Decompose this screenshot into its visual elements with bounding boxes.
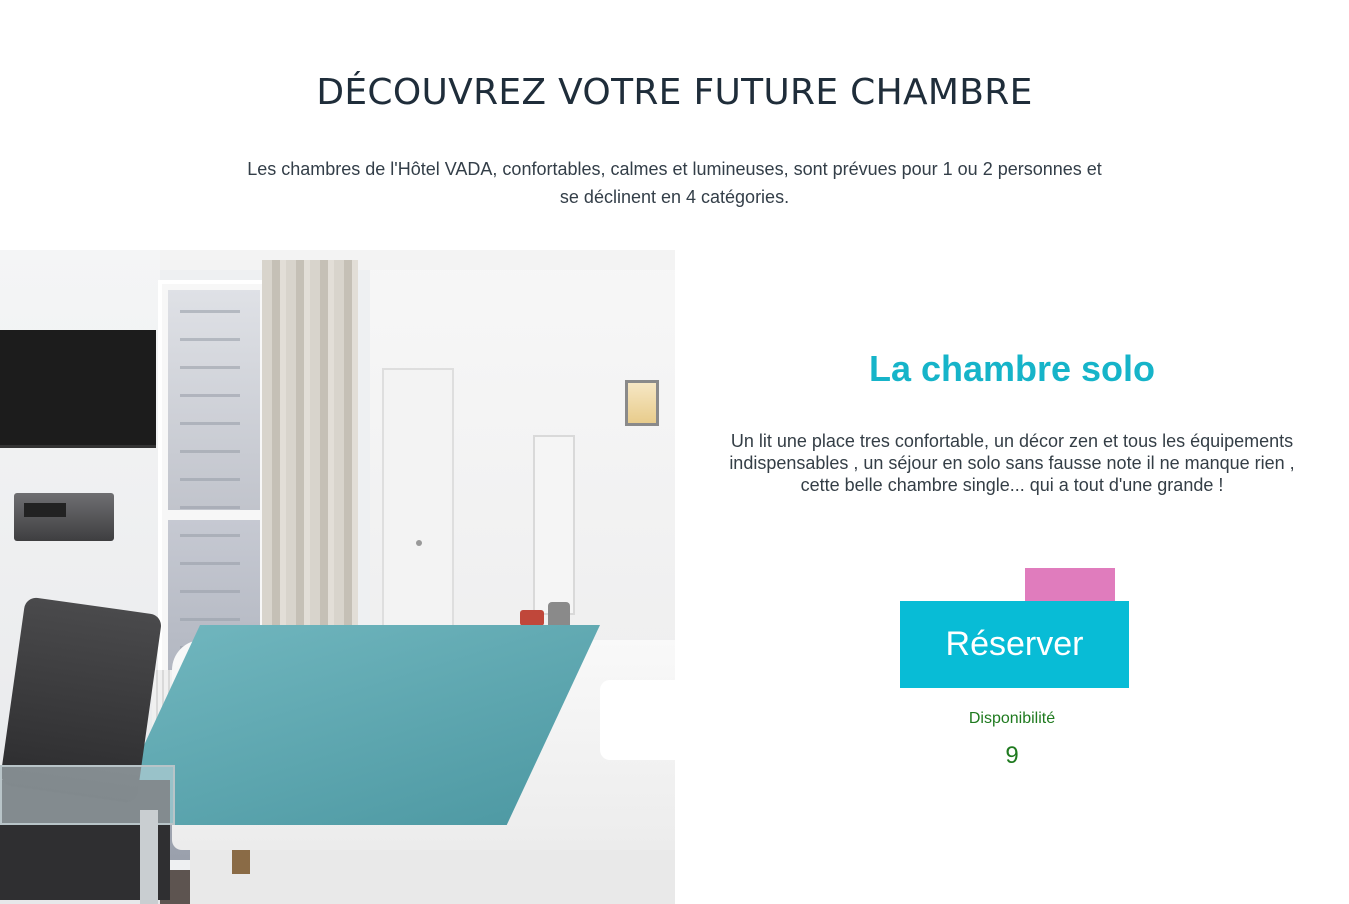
availability-value: 9 — [1005, 742, 1019, 769]
availability-label: Disponibilité — [968, 710, 1056, 727]
section-title: DÉCOUVREZ VOTRE FUTURE CHAMBRE — [316, 72, 1033, 113]
reserve-button[interactable]: Réserver — [900, 601, 1129, 688]
room-title: La chambre solo — [868, 348, 1156, 389]
room-photo — [0, 250, 675, 904]
section-intro: Les chambres de l'Hôtel VADA, confortabl… — [247, 159, 1102, 207]
room-description: Un lit une place tres confortable, un dé… — [729, 431, 1295, 495]
